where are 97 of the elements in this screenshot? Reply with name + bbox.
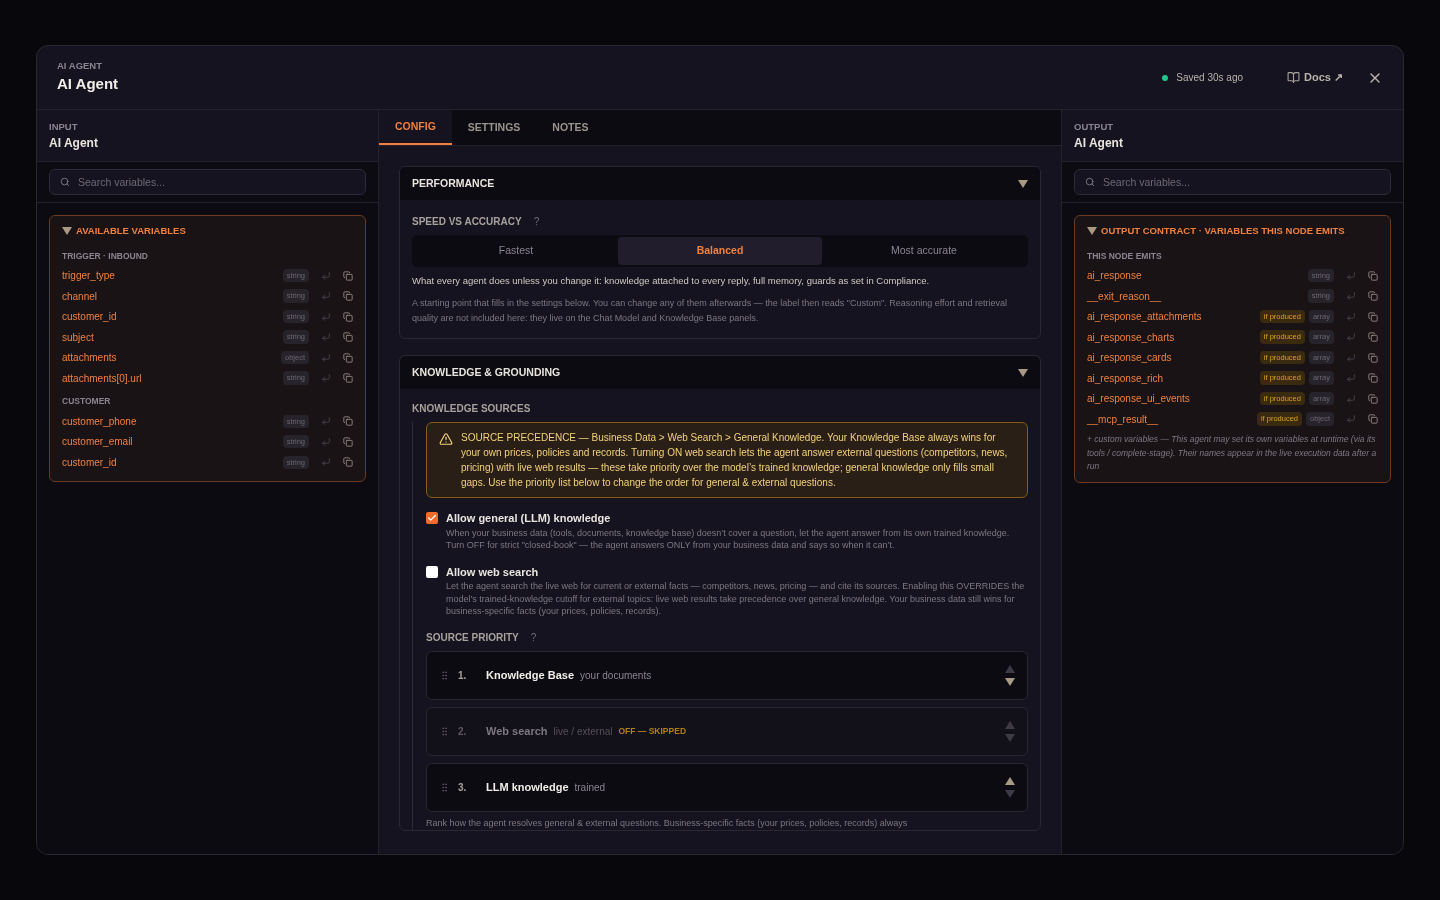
search-field[interactable]: Search variables...: [1074, 169, 1391, 196]
option-label: Allow web search: [446, 564, 540, 580]
priority-note: Rank how the agent resolves general & external questions. Business-specific facts (your prices, policies, records) always: [426, 816, 909, 830]
collapse-icon[interactable]: [1018, 368, 1028, 377]
card-title: PERFORMANCE: [412, 175, 496, 191]
panel-title: AI Agent: [1074, 135, 1124, 153]
section-title[interactable]: AVAILABLE VARIABLES: [76, 224, 186, 239]
docs-link[interactable]: Docs ↗: [1304, 69, 1343, 86]
tab[interactable]: NOTES: [536, 110, 605, 145]
dialog-eyebrow: AI AGENT: [57, 59, 104, 74]
variable-name[interactable]: trigger_type: [62, 268, 283, 283]
source-name: Knowledge Base: [486, 668, 575, 683]
preset-note: A starting point that fills in the settings below. You can change any of them afterwards — the label then reads "Custom". Reasoning effort and retrieval quality are not included here: they live on the Chat Model and Knowledge Base panels.: [412, 297, 1009, 326]
variable-name[interactable]: customer_id: [62, 454, 283, 470]
variable-name[interactable]: ai_response_cards: [1087, 350, 1260, 365]
copy-icon[interactable]: [343, 416, 353, 427]
priority-rank: 3.: [458, 780, 468, 795]
copy-icon[interactable]: [1368, 270, 1378, 281]
option-description: When your business data (tools, documents, knowledge base) doesn’t cover a question, let the agent answer from its own trained knowledge. Turn OFF for strict "closed-book" — the agent answers ONLY from your business data and says so when it can’t.: [446, 526, 1011, 552]
copy-icon[interactable]: [343, 311, 353, 322]
copy-icon[interactable]: [1368, 352, 1378, 363]
variable-name[interactable]: ai_response: [1087, 268, 1308, 283]
help-icon[interactable]: ?: [530, 629, 537, 645]
move-down-icon[interactable]: [1005, 677, 1015, 686]
collapse-icon[interactable]: [1018, 179, 1028, 188]
copy-icon[interactable]: [343, 352, 353, 363]
copy-icon[interactable]: [1368, 311, 1378, 322]
variable-name[interactable]: subject: [62, 329, 283, 345]
skipped-status: OFF — SKIPPED: [618, 724, 687, 738]
variable-name[interactable]: channel: [62, 288, 283, 304]
group-label: THIS NODE EMITS: [1086, 249, 1163, 263]
drag-handle-icon[interactable]: [439, 669, 450, 681]
search-icon: [1085, 177, 1095, 188]
source-name: LLM knowledge: [486, 780, 569, 795]
variable-name[interactable]: __mcp_result__: [1087, 411, 1257, 427]
section-title[interactable]: OUTPUT CONTRACT · VARIABLES THIS NODE EMITS: [1101, 224, 1345, 239]
copy-icon[interactable]: [343, 373, 353, 383]
variable-name[interactable]: customer_phone: [62, 413, 283, 429]
priority-item[interactable]: 3. LLM knowledge trained: [426, 762, 1028, 812]
priority-rank: 2.: [458, 724, 468, 739]
checkbox[interactable]: [426, 565, 438, 578]
card-title: KNOWLEDGE & GROUNDING: [412, 364, 562, 380]
copy-icon[interactable]: [1368, 393, 1378, 404]
copy-icon[interactable]: [343, 291, 353, 301]
copy-icon[interactable]: [343, 457, 353, 468]
copy-icon[interactable]: [1368, 373, 1378, 383]
speed-option[interactable]: Fastest: [414, 237, 618, 265]
variable-name[interactable]: ai_response_ui_events: [1087, 391, 1260, 406]
variable-name[interactable]: attachments: [62, 350, 281, 365]
help-icon[interactable]: ?: [533, 214, 540, 229]
copy-icon[interactable]: [343, 332, 353, 342]
variable-name[interactable]: ai_response_rich: [1087, 370, 1260, 386]
variable-name[interactable]: customer_id: [62, 309, 283, 324]
collapse-icon[interactable]: [62, 227, 72, 236]
priority-rank: 1.: [458, 668, 468, 683]
move-up-icon[interactable]: [1005, 776, 1015, 785]
speed-option[interactable]: Most accurate: [822, 237, 1026, 265]
panel-eyebrow: INPUT: [49, 120, 79, 134]
drag-handle-icon[interactable]: [439, 781, 450, 793]
group-label: TRIGGER · INBOUND: [61, 249, 149, 263]
variable-name[interactable]: attachments[0].url: [62, 370, 283, 386]
tab[interactable]: CONFIG: [379, 110, 452, 145]
search-icon: [60, 177, 70, 188]
source-hint: your documents: [580, 668, 652, 683]
save-status: Saved 30s ago: [1176, 71, 1244, 85]
option-label: Allow general (LLM) knowledge: [446, 511, 612, 527]
source-hint: live / external: [553, 724, 613, 739]
priority-item[interactable]: 1. Knowledge Base your documents: [426, 650, 1028, 700]
collapse-icon[interactable]: [1087, 227, 1097, 236]
variable-name[interactable]: customer_email: [62, 434, 283, 450]
checkbox[interactable]: [426, 512, 438, 525]
book-icon: [1287, 71, 1301, 84]
variable-name[interactable]: __exit_reason__: [1087, 288, 1308, 304]
copy-icon[interactable]: [1368, 414, 1378, 424]
copy-icon[interactable]: [1368, 332, 1378, 342]
group-label: CUSTOMER: [61, 395, 112, 409]
panel-title: AI Agent: [49, 135, 99, 153]
variable-name[interactable]: ai_response_charts: [1087, 329, 1260, 345]
copy-icon[interactable]: [343, 436, 353, 447]
tab[interactable]: SETTINGS: [451, 110, 537, 145]
variable-name[interactable]: ai_response_attachments: [1087, 309, 1260, 324]
field-label: SPEED VS ACCURACY: [412, 215, 522, 229]
source-name: Web search: [486, 724, 548, 739]
panel-eyebrow: OUTPUT: [1074, 120, 1115, 134]
source-hint: trained: [574, 780, 606, 795]
copy-icon[interactable]: [343, 270, 353, 281]
warning-text: SOURCE PRECEDENCE — Business Data > Web Search > General Knowledge. Your Knowledge Base always wins for your own prices, policies and records. Turning ON web search lets the agent answer external questions (competitors, news, pricing) with live web results — these take priority over the model’s trained knowledge; general knowledge only fills small gaps. Use the priority list below to change the order for general & external questions.: [461, 431, 1009, 491]
field-label: SOURCE PRIORITY: [426, 630, 519, 645]
option-description: Let the agent search the live web for current or external facts — competitors, news, pricing — and cite its sources. Enabling this OVERRIDES the model’s trained-knowledge cutoff for external topics: live web results take precedence over general knowledge. Your business data still wins for business-specific facts (your prices, policies, records).: [446, 580, 1026, 618]
copy-icon[interactable]: [1368, 291, 1378, 301]
field-label: KNOWLEDGE SOURCES: [412, 402, 532, 417]
dialog-title: AI Agent: [57, 74, 120, 95]
search-field[interactable]: Search variables...: [49, 169, 366, 196]
speed-option[interactable]: Balanced: [618, 237, 822, 265]
preset-summary: What every agent does unless you change it: knowledge attached to every reply, full memory, guards as set in Compliance.: [412, 274, 931, 288]
custom-variables-note: + custom variables — This agent may set its own variables at runtime (via its tools / complete-stage). Their names appear in the live execution data after a run: [1086, 433, 1378, 474]
warning-icon: [439, 432, 453, 447]
